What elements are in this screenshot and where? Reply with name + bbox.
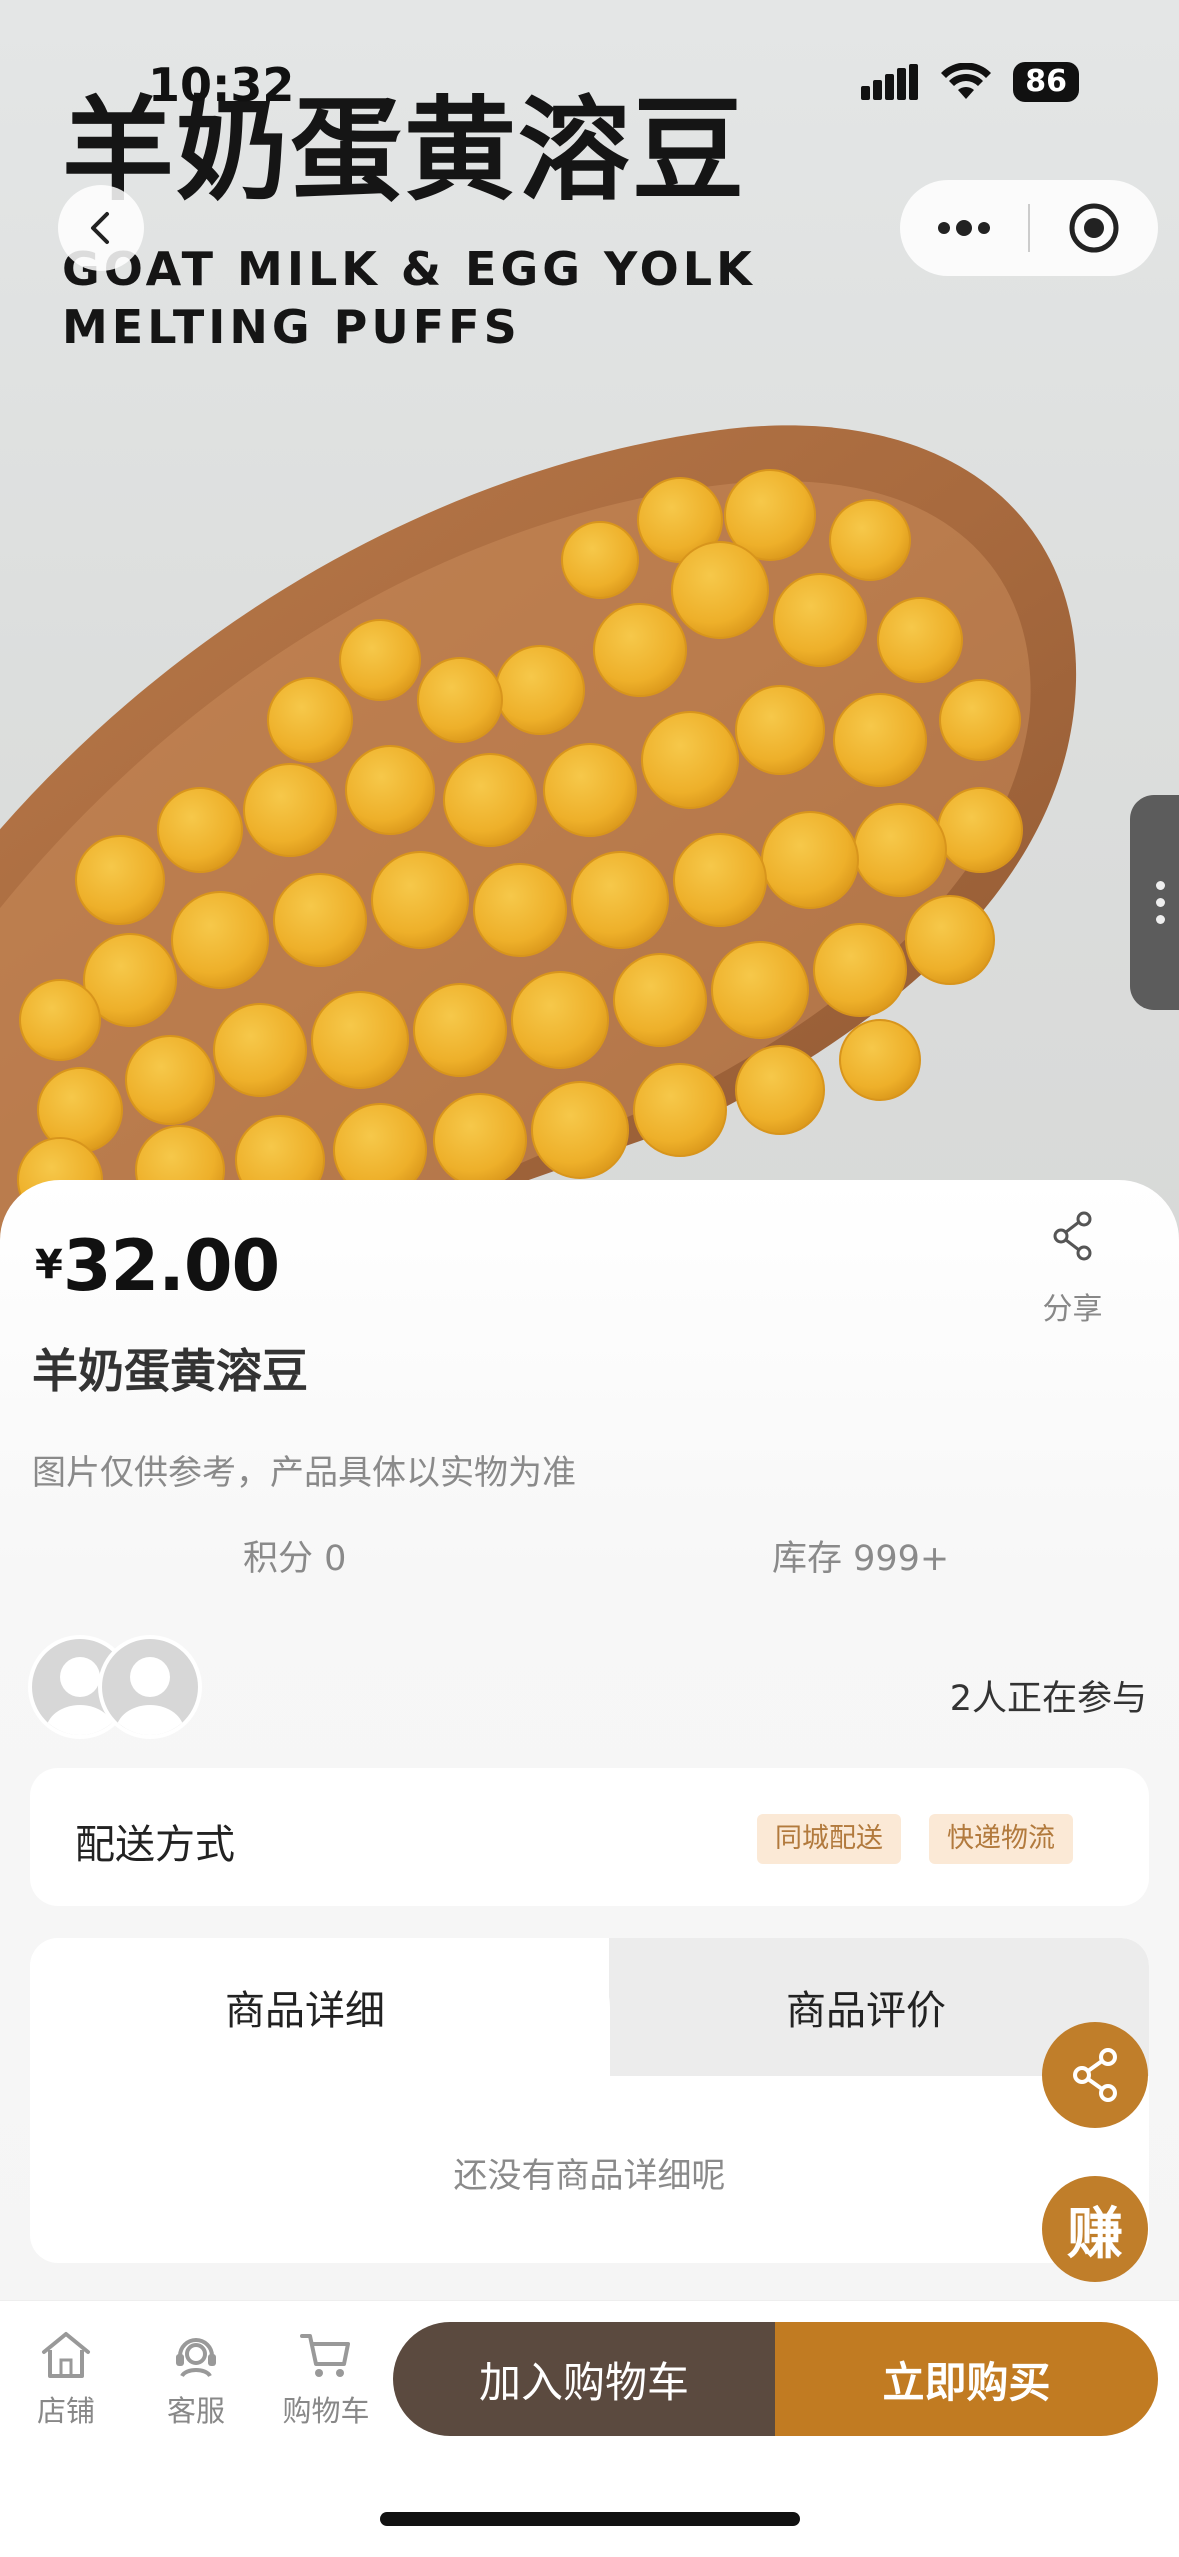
points: 积分 0 — [243, 1539, 347, 1579]
share-icon — [1073, 2048, 1117, 2102]
delivery-card: 配送方式 同城配送 快递物流 — [30, 1768, 1149, 1906]
avatar — [98, 1635, 202, 1739]
handle-dot — [1155, 881, 1165, 890]
delivery-tag-local: 同城配送 — [757, 1814, 901, 1864]
nav-cart-label: 购物车 — [282, 2394, 370, 2428]
floating-share-button[interactable] — [1042, 2022, 1148, 2128]
floating-earn-button[interactable]: 赚 — [1042, 2176, 1148, 2282]
add-to-cart-button[interactable]: 加入购物车 — [393, 2322, 775, 2436]
signal-icon — [861, 64, 919, 100]
empty-details-message: 还没有商品详细呢 — [453, 2156, 726, 2196]
share-icon — [1053, 1211, 1091, 1261]
nav-cart[interactable]: 购物车 — [266, 2330, 386, 2430]
product-name: 羊奶蛋黄溶豆 — [32, 1344, 308, 1398]
side-drawer-handle[interactable] — [1130, 795, 1179, 1010]
battery-indicator: 86 — [1013, 62, 1079, 102]
nav-service[interactable]: 客服 — [136, 2330, 256, 2430]
nav-store-label: 店铺 — [36, 2394, 95, 2428]
participants-count: 2人正在参与 — [949, 1679, 1147, 1719]
more-button[interactable] — [900, 218, 1028, 238]
price-currency: ¥ — [35, 1242, 63, 1288]
share-label: 分享 — [1042, 1292, 1103, 1327]
wifi-icon — [941, 63, 992, 99]
detail-card: 商品详细 商品评价 还没有商品详细呢 — [30, 1938, 1149, 2263]
cart-icon — [300, 2334, 350, 2377]
hero-title-en-line1: GOAT MILK & EGG YOLK — [62, 242, 756, 296]
home-indicator — [380, 2512, 800, 2526]
earn-label: 赚 — [1067, 2201, 1123, 2267]
status-icons: 86 — [861, 62, 1079, 102]
back-icon — [91, 212, 109, 244]
buy-now-button[interactable]: 立即购买 — [775, 2322, 1158, 2436]
tab-reviews[interactable]: 商品评价 — [786, 1978, 946, 2036]
stock: 库存 999+ — [772, 1539, 950, 1579]
store-icon — [42, 2332, 90, 2378]
service-icon — [176, 2338, 216, 2378]
back-button[interactable] — [58, 185, 144, 271]
handle-dot — [1155, 898, 1165, 907]
nav-service-label: 客服 — [166, 2394, 225, 2428]
close-miniapp-button[interactable] — [1030, 201, 1158, 255]
status-time: 10:32 — [148, 58, 295, 112]
price: ¥32.00 — [35, 1225, 280, 1307]
nav-store[interactable]: 店铺 — [6, 2330, 126, 2430]
delivery-label: 配送方式 — [75, 1822, 235, 1868]
user-silhouette-icon — [116, 1657, 184, 1735]
miniapp-capsule — [900, 180, 1158, 276]
handle-dot — [1155, 915, 1165, 924]
participant-avatars — [28, 1635, 208, 1739]
hero-title-en: GOAT MILK & EGG YOLK MELTING PUFFS — [62, 240, 756, 356]
close-target-icon — [1069, 203, 1119, 253]
tab-details[interactable]: 商品详细 — [225, 1978, 385, 2036]
delivery-tag-express: 快递物流 — [929, 1814, 1073, 1864]
share-button[interactable]: 分享 — [1030, 1210, 1115, 1328]
more-icon — [938, 220, 990, 236]
price-value: 32.00 — [62, 1225, 280, 1307]
hero-title-en-line2: MELTING PUFFS — [62, 300, 521, 354]
product-note: 图片仅供参考，产品具体以实物为准 — [32, 1453, 576, 1493]
